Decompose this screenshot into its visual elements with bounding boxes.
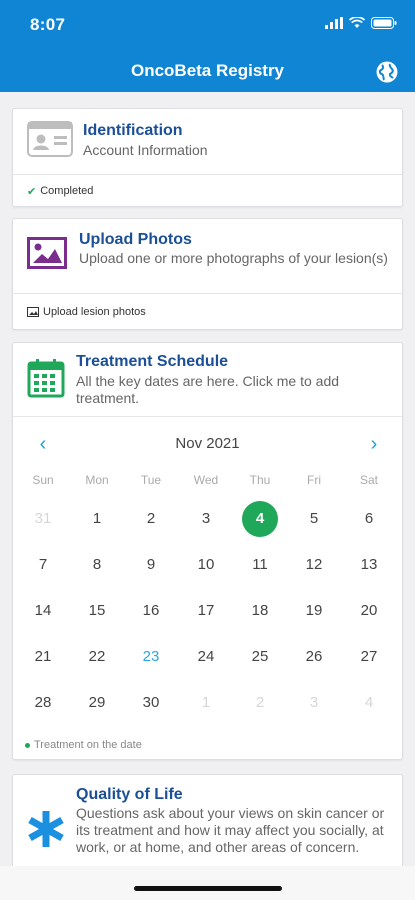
weekday-label: Wed [193,473,219,487]
scroll-content[interactable]: Identification Account Information ✔ Com… [0,92,415,866]
check-icon: ✔ [27,185,37,198]
status-icons [325,17,397,29]
battery-icon [371,17,397,29]
identification-footer: ✔ Completed [13,174,402,207]
upload-photos-footer[interactable]: Upload lesion photos [13,293,402,330]
calendar-day[interactable]: 18 [242,593,278,629]
calendar-day[interactable]: 1 [188,685,224,721]
calendar-day[interactable]: 3 [296,685,332,721]
legend-dot [25,742,30,748]
identification-title: Identification [83,122,183,139]
wifi-icon [349,17,365,28]
calendar-day[interactable]: 21 [25,639,61,675]
weekday-label: Thu [249,473,271,487]
calendar-day[interactable]: 7 [25,547,61,583]
calendar-day[interactable]: 24 [188,639,224,675]
treatment-schedule-subtitle: All the key dates are here. Click me to … [76,373,340,406]
identification-status: Completed [40,185,94,197]
weekday-label: Tue [140,473,162,487]
weekday-label: Sat [359,473,378,487]
weekday-label: Fri [307,473,321,487]
calendar-day[interactable]: 3 [188,501,224,537]
calendar-day[interactable]: 23 [133,639,169,675]
calendar-day[interactable]: 2 [133,501,169,537]
weekday-label: Mon [85,473,109,487]
asterisk-icon [28,811,64,847]
signal-icon [325,17,343,29]
home-indicator-area [0,866,415,900]
calendar-day[interactable]: 10 [188,547,224,583]
calendar-day[interactable]: 12 [296,547,332,583]
calendar-day[interactable]: 16 [133,593,169,629]
quality-of-life-subtitle: Questions ask about your views on skin c… [76,805,385,855]
calendar-day[interactable]: 31 [25,501,61,537]
quality-of-life-title: Quality of Life [76,786,183,803]
calendar-day[interactable]: 9 [133,547,169,583]
weekday-label: Sun [32,473,54,487]
calendar-day[interactable]: 19 [296,593,332,629]
calendar-day[interactable]: 15 [79,593,115,629]
calendar-day[interactable]: 5 [296,501,332,537]
upload-lesion-photos-label: Upload lesion photos [43,306,146,318]
calendar-month: Nov 2021 [175,435,240,452]
calendar-day[interactable]: 22 [79,639,115,675]
calendar-day[interactable]: 2 [242,685,278,721]
calendar-day[interactable]: 11 [242,547,278,583]
app-header: 8:07 OncoBeta Registry [0,0,415,92]
calendar-day[interactable]: 13 [351,547,387,583]
legend-label: Treatment on the date [34,739,142,751]
calendar-day[interactable]: 17 [188,593,224,629]
calendar-day[interactable]: 6 [351,501,387,537]
next-month-button[interactable]: › [364,433,384,456]
calendar-icon [27,359,65,398]
calendar-day[interactable]: 8 [79,547,115,583]
calendar-legend: Treatment on the date [25,739,142,751]
id-card-icon [27,121,73,157]
calendar-day-today[interactable]: 4 [242,501,278,537]
home-indicator[interactable] [134,886,282,891]
image-icon [27,237,67,269]
calendar-day[interactable]: 14 [25,593,61,629]
upload-photos-card[interactable]: Upload Photos Upload one or more photogr… [12,218,403,330]
identification-subtitle: Account Information [83,142,208,158]
calendar-day[interactable]: 28 [25,685,61,721]
identification-card[interactable]: Identification Account Information ✔ Com… [12,108,403,207]
treatment-schedule-title: Treatment Schedule [76,353,229,370]
calendar-day[interactable]: 30 [133,685,169,721]
calendar-day[interactable]: 29 [79,685,115,721]
upload-photos-title: Upload Photos [79,231,192,248]
app-title: OncoBeta Registry [130,61,285,80]
calendar-day[interactable]: 26 [296,639,332,675]
card-divider [13,416,402,417]
calendar-day[interactable]: 25 [242,639,278,675]
treatment-schedule-card[interactable]: Treatment Schedule All the key dates are… [12,342,403,760]
calendar-day[interactable]: 4 [351,685,387,721]
status-time: 8:07 [30,15,66,34]
small-image-icon [27,307,39,317]
upload-photos-subtitle: Upload one or more photographs of your l… [79,250,388,266]
globe-icon[interactable] [375,60,399,84]
calendar-day[interactable]: 20 [351,593,387,629]
calendar-day[interactable]: 1 [79,501,115,537]
calendar-day[interactable]: 27 [351,639,387,675]
quality-of-life-card[interactable]: Quality of Life Questions ask about your… [12,774,403,866]
